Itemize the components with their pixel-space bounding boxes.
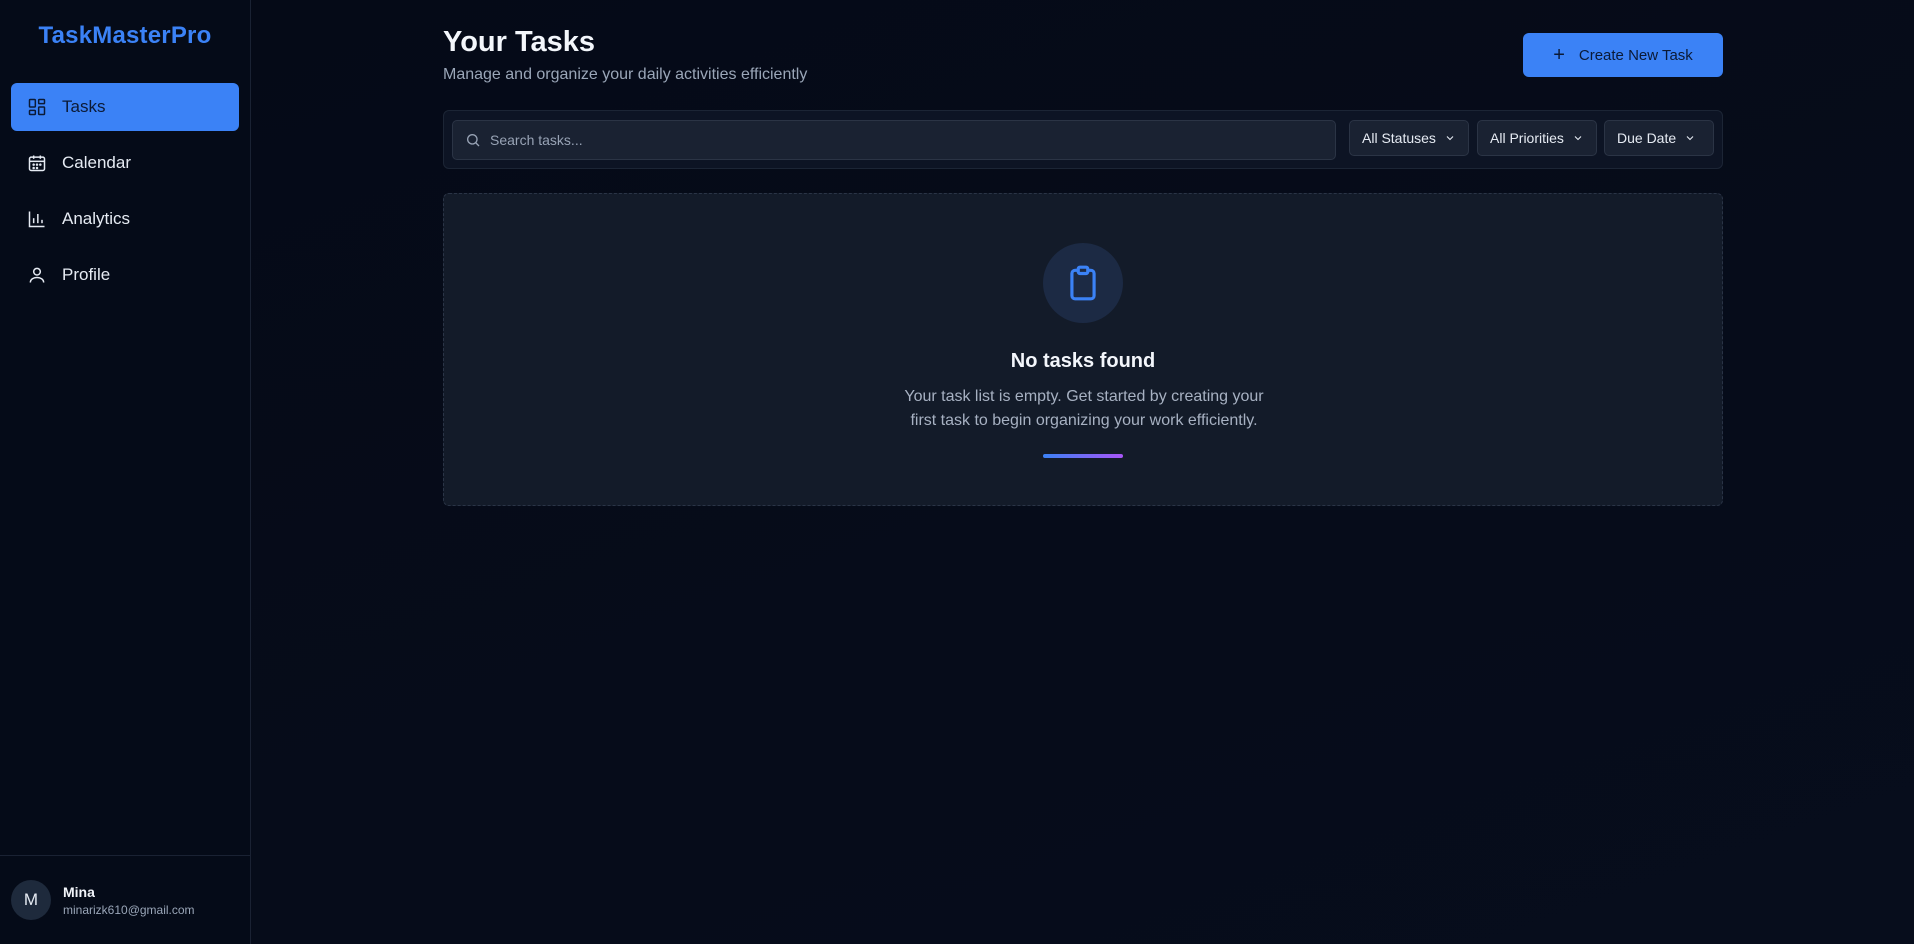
user-name: Mina xyxy=(63,883,95,900)
sidebar-item-analytics[interactable]: Analytics xyxy=(11,195,239,243)
status-filter-select[interactable]: All Statuses xyxy=(1349,120,1469,156)
avatar: M xyxy=(11,880,51,920)
status-filter-value: All Statuses xyxy=(1362,130,1436,146)
empty-state-line-1: Your task list is empty. Get started by … xyxy=(904,388,1264,405)
app-root: TaskMasterPro Tasks Calendar Analytics P… xyxy=(0,0,1914,944)
sidebar-item-profile[interactable]: Profile xyxy=(11,251,239,299)
search-input[interactable] xyxy=(490,132,1330,148)
user-email: minarizk610@gmail.com xyxy=(63,902,195,917)
bar-chart-icon xyxy=(27,209,47,229)
dashboard-icon xyxy=(27,97,47,117)
sidebar-item-label: Analytics xyxy=(62,209,131,228)
sort-select[interactable]: Due Date xyxy=(1604,120,1714,156)
priority-filter-select[interactable]: All Priorities xyxy=(1477,120,1597,156)
sidebar: TaskMasterPro Tasks Calendar Analytics P… xyxy=(0,0,251,944)
chevron-down-icon xyxy=(1686,136,1694,141)
empty-state-accent-bar xyxy=(1043,454,1123,458)
user-profile-block[interactable]: M Mina minarizk610@gmail.com xyxy=(0,855,250,944)
empty-state-title: No tasks found xyxy=(1010,350,1156,372)
search-icon xyxy=(467,134,480,147)
sidebar-item-tasks[interactable]: Tasks xyxy=(11,83,239,131)
create-task-button[interactable]: + Create New Task xyxy=(1523,33,1723,77)
filter-bar: All Statuses All Priorities Due Date xyxy=(443,110,1723,169)
sidebar-item-label: Calendar xyxy=(62,153,131,172)
sidebar-item-label: Profile xyxy=(62,265,111,284)
priority-filter-value: All Priorities xyxy=(1490,130,1564,146)
page-subtitle: Manage and organize your daily activitie… xyxy=(443,66,808,83)
empty-state-card: No tasks found Your task list is empty. … xyxy=(443,193,1723,506)
sidebar-item-label: Tasks xyxy=(62,97,106,116)
empty-state-description: Your task list is empty. Get started by … xyxy=(884,385,1284,433)
user-icon xyxy=(27,265,47,285)
empty-state-line-2: first task to begin organizing your work… xyxy=(910,412,1258,429)
main-content: Your Tasks Manage and organize your dail… xyxy=(251,0,1914,944)
create-task-label: Create New Task xyxy=(1578,46,1693,64)
user-info: Mina minarizk610@gmail.com xyxy=(63,884,195,917)
calendar-icon xyxy=(27,153,47,173)
brand-logo[interactable]: TaskMasterPro xyxy=(0,0,250,72)
page-title: Your Tasks xyxy=(443,26,596,58)
clipboard-icon xyxy=(1070,265,1096,301)
sidebar-item-calendar[interactable]: Calendar xyxy=(11,139,239,187)
search-box[interactable] xyxy=(452,120,1336,160)
plus-icon: + xyxy=(1553,44,1565,66)
sort-value: Due Date xyxy=(1617,130,1677,146)
empty-state-icon-circle xyxy=(1043,243,1123,323)
chevron-down-icon xyxy=(1446,136,1454,141)
sidebar-nav: Tasks Calendar Analytics Profile xyxy=(0,72,250,299)
chevron-down-icon xyxy=(1574,136,1582,141)
